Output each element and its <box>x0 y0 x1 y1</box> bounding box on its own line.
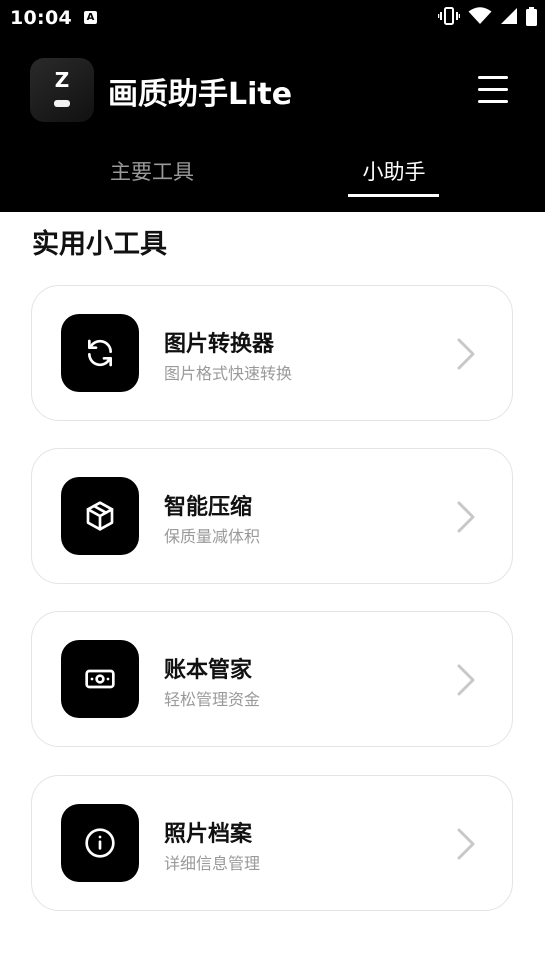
tool-description: 保质量减体积 <box>164 527 261 546</box>
app-root: 10:04 A Z 画质助手Lite 主要工具 小助手 实用小工具 图片转换器 … <box>0 0 545 968</box>
app-header: Z 画质助手Lite 主要工具 小助手 <box>0 38 545 212</box>
tab-helper[interactable]: 小助手 <box>324 156 464 186</box>
tool-name: 智能压缩 <box>164 495 253 520</box>
tool-icon-tile <box>61 640 139 718</box>
status-time: 10:04 <box>10 7 72 29</box>
tool-card-image-converter[interactable]: 图片转换器 图片格式快速转换 <box>31 285 513 421</box>
wifi-icon <box>468 7 492 29</box>
tool-card-smart-compress[interactable]: 智能压缩 保质量减体积 <box>31 448 513 584</box>
tool-card-ledger[interactable]: 账本管家 轻松管理资金 <box>31 611 513 747</box>
tool-name: 照片档案 <box>164 822 253 847</box>
chevron-right-icon <box>457 338 475 370</box>
banknote-icon <box>85 669 115 689</box>
tool-icon-tile <box>61 477 139 555</box>
tool-description: 轻松管理资金 <box>164 690 261 709</box>
section-title: 实用小工具 <box>32 229 167 260</box>
status-bar: 10:04 A <box>0 0 545 38</box>
app-logo: Z <box>30 58 94 122</box>
tool-card-photo-archive[interactable]: 照片档案 详细信息管理 <box>31 775 513 911</box>
refresh-icon <box>88 339 112 367</box>
logo-badge <box>54 100 70 107</box>
tab-main-tools[interactable]: 主要工具 <box>82 156 222 186</box>
tool-icon-tile <box>61 804 139 882</box>
active-tab-indicator <box>348 194 439 197</box>
battery-icon <box>526 6 537 30</box>
chevron-right-icon <box>457 828 475 860</box>
box-icon <box>86 501 114 531</box>
tool-name: 账本管家 <box>164 658 253 683</box>
a-square-icon: A <box>84 11 97 24</box>
tool-description: 图片格式快速转换 <box>164 364 293 383</box>
vibrate-icon <box>437 7 461 29</box>
info-icon <box>85 828 115 858</box>
menu-button[interactable] <box>470 70 516 110</box>
chevron-right-icon <box>457 501 475 533</box>
tool-description: 详细信息管理 <box>164 854 261 873</box>
app-title: 画质助手Lite <box>108 77 293 112</box>
signal-icon <box>500 7 518 29</box>
tool-icon-tile <box>61 314 139 392</box>
logo-letter: Z <box>54 68 70 92</box>
status-icons <box>437 6 537 30</box>
chevron-right-icon <box>457 664 475 696</box>
tool-name: 图片转换器 <box>164 332 275 357</box>
